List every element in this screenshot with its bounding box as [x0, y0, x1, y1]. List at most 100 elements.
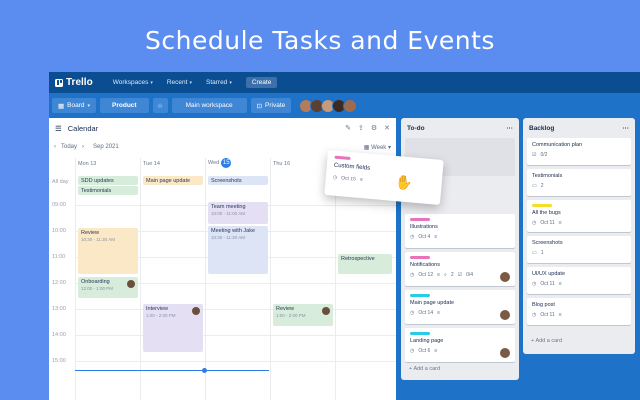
card[interactable]: Illustrations ◷ Oct 4 ≡ — [405, 214, 515, 248]
event-title: Interview — [146, 306, 169, 312]
description-icon: ≡ — [434, 348, 438, 354]
card[interactable]: Blog post ◷ Oct 11 ≡ — [527, 298, 631, 325]
checklist-count: 0/4 — [466, 272, 474, 278]
card-meta: ◷ Oct 12 ≡ ⌕ 2 ☑ 0/4 — [410, 272, 510, 278]
calendar-event[interactable]: SDD updates — [78, 176, 138, 185]
calendar-event[interactable]: Testimonials — [78, 186, 138, 195]
grid-line — [75, 158, 76, 400]
list-title[interactable]: To-do — [407, 125, 425, 132]
card-title: Blog post — [532, 302, 555, 308]
description-icon: ≡ — [359, 176, 363, 184]
create-button[interactable]: Create — [245, 77, 278, 88]
board-view-label: Board — [67, 102, 85, 109]
menu-icon[interactable]: ☰ — [55, 124, 62, 133]
card[interactable]: All the bugs ◷ Oct 11 ≡ — [527, 200, 631, 232]
calendar-event[interactable]: Review 1:00 - 2:00 PM — [273, 304, 333, 326]
nav-starred[interactable]: Starred ▾ — [206, 79, 232, 86]
today-button[interactable]: Today — [61, 144, 77, 150]
card-label — [410, 218, 430, 221]
calendar-event[interactable]: Team meeting 10:00 - 11:00 AM — [208, 202, 268, 224]
list-title[interactable]: Backlog — [529, 125, 554, 132]
card-title: Custom fields — [333, 162, 371, 172]
next-icon[interactable]: › — [82, 144, 84, 150]
member-avatars[interactable] — [299, 98, 358, 113]
card[interactable]: Notifications ◷ Oct 12 ≡ ⌕ 2 ☑ 0/4 — [405, 252, 515, 286]
calendar-event[interactable]: Main page update — [143, 176, 203, 185]
card[interactable]: Landing page ◷ Oct 6 ≡ — [405, 328, 515, 362]
visibility-button[interactable]: ⊡ Private — [250, 98, 292, 113]
trello-logo[interactable]: Trello — [55, 77, 93, 88]
calendar-event[interactable]: Meeting with Jake 10:30 - 11:30 AM — [208, 226, 268, 274]
card-meta-value: 2 — [540, 183, 544, 189]
list-backlog: Backlog ··· Communication plan ☑ 0/2 Test… — [523, 118, 635, 354]
calendar-title: Calendar — [67, 123, 99, 133]
calendar-header: ☰ Calendar ✎ ⇪ ⚙ ✕ — [49, 118, 396, 138]
list-header: Backlog ··· — [523, 118, 635, 138]
nav-recent[interactable]: Recent ▾ — [167, 79, 192, 86]
add-card-button[interactable]: + Add a card — [531, 338, 562, 344]
card-meta: ◷ Oct 11 ≡ — [532, 312, 626, 318]
card[interactable]: Screenshots ▭ 1 — [527, 236, 631, 263]
brand-name: Trello — [66, 77, 93, 88]
add-card-label: Add a card — [413, 366, 441, 372]
grid-line — [205, 158, 206, 400]
trello-logo-icon — [55, 78, 63, 87]
board-view-button[interactable]: ▦ Board ▾ — [52, 98, 97, 113]
time-label: 11:00 — [52, 254, 66, 260]
avatar[interactable] — [343, 98, 358, 113]
event-title: Meeting with Jake — [211, 228, 256, 234]
workspace-button[interactable]: Main workspace — [171, 98, 247, 113]
card[interactable]: Main page update ◷ Oct 14 ≡ — [405, 290, 515, 324]
clock-icon: ◷ — [332, 174, 338, 181]
week-view-select[interactable]: ▦ Week ▾ — [364, 144, 391, 151]
clock-icon: ◷ — [410, 272, 415, 278]
calendar-event[interactable]: Retrospective — [338, 254, 392, 274]
share-icon[interactable]: ⇪ — [358, 124, 364, 132]
calendar-event[interactable]: Onboarding 12:00 - 1:00 PM — [78, 277, 138, 298]
star-button[interactable]: ☆ — [152, 98, 168, 113]
chevron-down-icon: ▾ — [87, 102, 91, 109]
chevron-down-icon: ▾ — [229, 79, 232, 86]
event-title: Review — [81, 230, 100, 236]
day-header: Thu 16 — [273, 161, 291, 167]
card[interactable]: UI/UX update ◷ Oct 11 ≡ — [527, 267, 631, 294]
card-title: Illustrations — [410, 224, 438, 230]
grab-cursor-icon: ✋ — [395, 174, 413, 190]
prev-icon[interactable]: ‹ — [54, 144, 56, 150]
card-meta-value: 1 — [540, 250, 544, 256]
card-title: Screenshots — [532, 240, 563, 246]
board-name-button[interactable]: Product — [100, 98, 149, 113]
more-icon[interactable]: ··· — [507, 125, 514, 132]
event-title: Review — [276, 306, 295, 312]
close-icon[interactable]: ✕ — [384, 124, 390, 132]
paint-icon[interactable]: ✎ — [345, 124, 351, 132]
card[interactable]: Testimonials ▭ 2 — [527, 169, 631, 196]
card[interactable]: Communication plan ☑ 0/2 — [527, 138, 631, 165]
more-icon[interactable]: ··· — [623, 125, 630, 132]
day-header: Mon 13 — [78, 161, 97, 167]
day-header-today: Wed 15 — [208, 158, 232, 168]
event-time: 1:00 - 2:00 PM — [146, 313, 176, 319]
calendar-event[interactable]: Interview 1:00 - 2:00 PM — [143, 304, 203, 352]
card-date: Oct 11 — [540, 312, 555, 318]
card-label — [410, 332, 430, 335]
nav-recent-label: Recent — [166, 79, 188, 86]
card-title: Landing page — [410, 338, 444, 344]
calendar-event[interactable]: Screenshots — [208, 176, 268, 185]
add-card-button[interactable]: + Add a card — [409, 366, 440, 372]
calendar-event[interactable]: Review 10:30 - 11:30 AM — [78, 228, 138, 274]
description-icon: ≡ — [437, 310, 441, 316]
card-meta: ▭ 1 — [532, 250, 626, 256]
clock-icon: ◷ — [410, 234, 415, 240]
card-meta-value: 0/2 — [540, 152, 548, 158]
clock-icon: ◷ — [532, 312, 537, 318]
card-date: Oct 4 — [418, 234, 431, 240]
settings-icon[interactable]: ⚙ — [371, 124, 377, 132]
week-view-label: Week — [371, 144, 387, 151]
grid-line — [75, 309, 396, 310]
card-meta: ◷ Oct 14 ≡ — [410, 310, 510, 316]
nav-workspaces[interactable]: Workspaces ▾ — [113, 79, 153, 86]
chevron-down-icon: ▾ — [150, 79, 153, 86]
card-date: Oct 15 — [340, 175, 357, 183]
card-meta: ◷ Oct 11 ≡ — [532, 220, 626, 226]
